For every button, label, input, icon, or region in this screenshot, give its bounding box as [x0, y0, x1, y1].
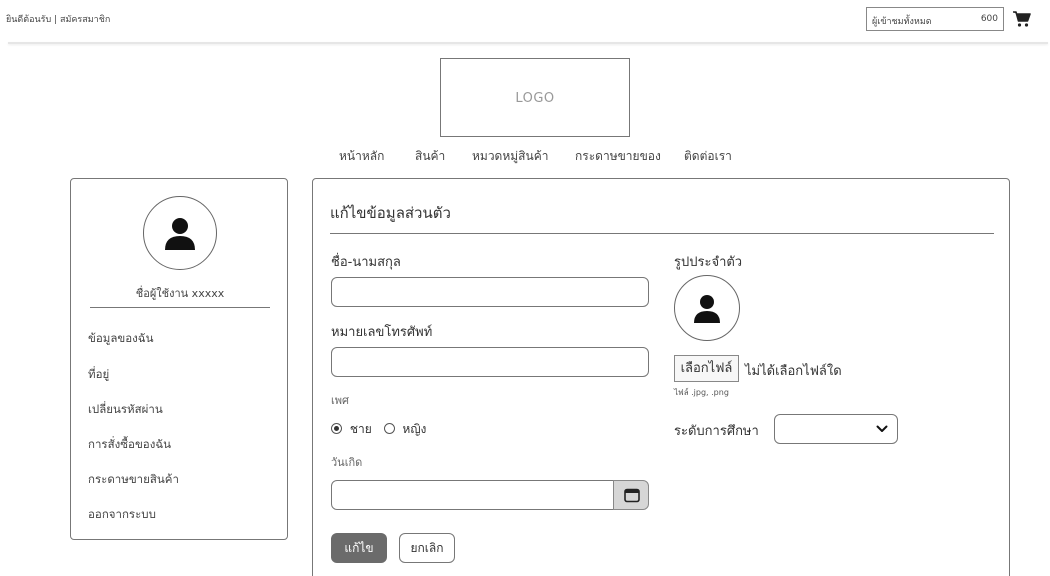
phone-label: หมายเลขโทรศัพท์	[331, 325, 433, 340]
file-type-hint: ไฟล์ .jpg, .png	[674, 388, 729, 397]
profile-photo	[674, 275, 740, 341]
education-select[interactable]	[774, 414, 898, 444]
cancel-button[interactable]: ยกเลิก	[399, 533, 455, 563]
calendar-icon	[624, 488, 640, 503]
visitor-counter: ผู้เข้าชมทั้งหมด 600	[866, 7, 1004, 31]
sidebar-item-my-info[interactable]: ข้อมูลของฉัน	[88, 330, 153, 348]
sidebar-item-address[interactable]: ที่อยู่	[88, 366, 109, 384]
birthday-label: วันเกิด	[331, 456, 363, 469]
visitor-label: ผู้เข้าชมทั้งหมด	[872, 17, 932, 27]
sidebar-item-sales-board[interactable]: กระดาษขายสินค้า	[88, 471, 179, 489]
logo-text: LOGO	[515, 91, 555, 106]
gender-radio-group: ชาย หญิง	[331, 420, 426, 439]
name-label: ชื่อ-นามสกุล	[331, 255, 401, 270]
top-bar: ยินดีต้อนรับ | สมัครสมาชิก ผู้เข้าชมทั้ง…	[0, 0, 1050, 40]
cart-icon[interactable]	[1012, 9, 1032, 29]
username: ชื่อผู้ใช้งาน xxxxx	[135, 287, 225, 300]
chevron-down-icon	[876, 425, 888, 432]
gender-male-label: ชาย	[349, 422, 372, 436]
photo-label: รูปประจำตัว	[674, 255, 743, 270]
phone-input[interactable]	[331, 347, 649, 377]
header-divider	[8, 42, 1048, 44]
sidebar-item-change-password[interactable]: เปลี่ยนรหัสผ่าน	[88, 401, 163, 419]
visitor-count: 600	[980, 14, 998, 24]
logo[interactable]: LOGO	[440, 58, 630, 137]
welcome-register-link[interactable]: ยินดีต้อนรับ | สมัครสมาชิก	[6, 12, 110, 26]
nav-sales-board[interactable]: กระดาษขายของ	[575, 147, 661, 166]
user-icon	[165, 218, 195, 250]
nav-products[interactable]: สินค้า	[415, 147, 445, 166]
edit-profile-panel: แก้ไขข้อมูลส่วนตัว ชื่อ-นามสกุล หมายเลขโ…	[312, 178, 1010, 576]
calendar-button[interactable]	[613, 480, 649, 510]
gender-male-radio[interactable]	[331, 423, 342, 434]
gender-female-label: หญิง	[402, 422, 427, 436]
file-status: ไม่ได้เลือกไฟล์ใด	[745, 364, 842, 379]
profile-sidebar: ชื่อผู้ใช้งาน xxxxx ข้อมูลของฉัน ที่อยู่…	[70, 178, 288, 540]
user-icon	[694, 295, 720, 323]
sidebar-divider	[90, 307, 270, 308]
title-divider	[330, 233, 994, 234]
birthday-input[interactable]	[331, 480, 621, 510]
education-label: ระดับการศึกษา	[674, 424, 759, 439]
avatar	[143, 196, 217, 270]
nav-categories[interactable]: หมวดหมู่สินค้า	[472, 147, 548, 166]
nav-contact[interactable]: ติดต่อเรา	[684, 147, 732, 166]
page-title: แก้ไขข้อมูลส่วนตัว	[330, 204, 451, 222]
name-input[interactable]	[331, 277, 649, 307]
nav-home[interactable]: หน้าหลัก	[339, 147, 384, 166]
sidebar-item-logout[interactable]: ออกจากระบบ	[88, 506, 156, 524]
sidebar-item-my-orders[interactable]: การสั่งซื้อของฉัน	[88, 436, 171, 454]
save-button[interactable]: แก้ไข	[331, 533, 387, 563]
choose-file-button[interactable]: เลือกไฟล์	[674, 355, 739, 382]
gender-female-radio[interactable]	[383, 423, 395, 434]
gender-label: เพศ	[331, 394, 349, 407]
